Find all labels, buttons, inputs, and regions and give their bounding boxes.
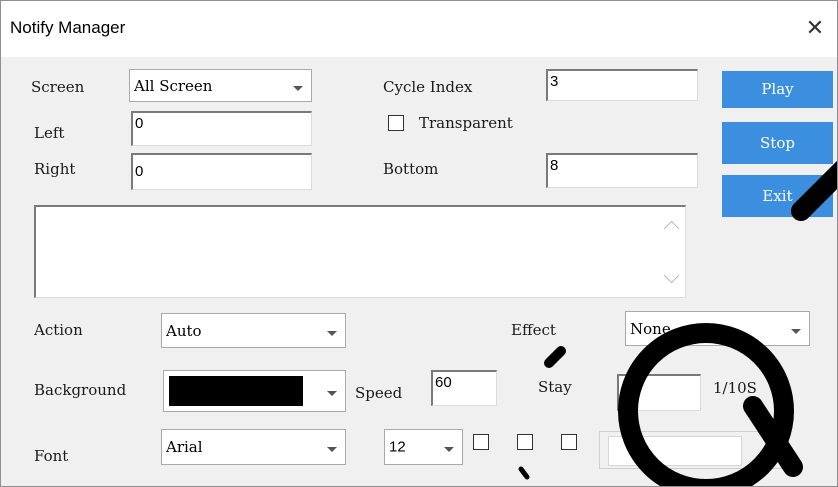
font-size-select[interactable]: 12 — [384, 429, 463, 465]
transparent-label: Transparent — [419, 114, 513, 132]
background-color-swatch — [169, 376, 303, 406]
effect-select-value: None — [630, 319, 671, 338]
cycle-index-input[interactable]: 3 — [546, 69, 698, 101]
font-style-select[interactable] — [599, 431, 785, 469]
underline-checkbox[interactable] — [561, 434, 577, 450]
message-textarea[interactable] — [34, 205, 686, 298]
right-input[interactable]: 0 — [131, 153, 312, 190]
chevron-down-icon — [327, 447, 337, 452]
stop-button[interactable]: Stop — [722, 122, 833, 164]
effect-select[interactable]: None — [625, 311, 810, 346]
italic-checkbox[interactable] — [517, 434, 533, 450]
scroll-down-icon[interactable] — [663, 267, 680, 284]
transparent-checkbox[interactable] — [388, 115, 404, 131]
bottom-input[interactable]: 8 — [546, 153, 698, 188]
stay-unit-label: 1/10S — [713, 379, 757, 397]
stay-label: Stay — [538, 378, 572, 396]
screen-label: Screen — [31, 78, 85, 96]
chevron-down-icon — [327, 391, 337, 396]
speed-input[interactable]: 60 — [431, 370, 497, 406]
chevron-down-icon — [444, 447, 454, 452]
exit-button[interactable]: Exit — [722, 175, 833, 217]
title-bar: Notify Manager ✕ — [1, 1, 837, 57]
font-label: Font — [34, 447, 69, 465]
close-icon[interactable]: ✕ — [799, 13, 831, 45]
font-style-select-field — [608, 436, 742, 466]
screen-select-value: All Screen — [134, 76, 213, 95]
bottom-label: Bottom — [383, 160, 439, 178]
stay-input[interactable]: 20 — [617, 374, 701, 411]
effect-label: Effect — [511, 321, 556, 339]
cycle-index-label: Cycle Index — [383, 78, 473, 96]
chevron-down-icon — [327, 330, 337, 336]
bold-checkbox[interactable] — [473, 434, 489, 450]
notify-manager-window: Notify Manager ✕ Screen All Screen Cycle… — [0, 0, 838, 487]
textarea-scrollbar[interactable] — [659, 207, 685, 297]
action-select[interactable]: Auto — [161, 313, 346, 348]
speed-label: Speed — [355, 384, 403, 402]
chevron-down-icon — [766, 450, 776, 455]
left-label: Left — [34, 124, 65, 142]
chevron-down-icon — [791, 328, 801, 334]
background-label: Background — [34, 381, 127, 399]
action-label: Action — [34, 321, 83, 339]
window-title: Notify Manager — [10, 18, 126, 37]
font-select-value: Arial — [166, 438, 203, 456]
chevron-down-icon — [293, 85, 303, 91]
scroll-up-icon[interactable] — [663, 220, 680, 237]
right-label: Right — [34, 160, 76, 178]
screen-select[interactable]: All Screen — [129, 69, 312, 102]
left-input[interactable]: 0 — [131, 111, 312, 146]
font-select[interactable]: Arial — [161, 429, 346, 465]
font-size-select-value: 12 — [389, 438, 406, 456]
action-select-value: Auto — [166, 321, 202, 340]
play-button[interactable]: Play — [722, 71, 833, 108]
